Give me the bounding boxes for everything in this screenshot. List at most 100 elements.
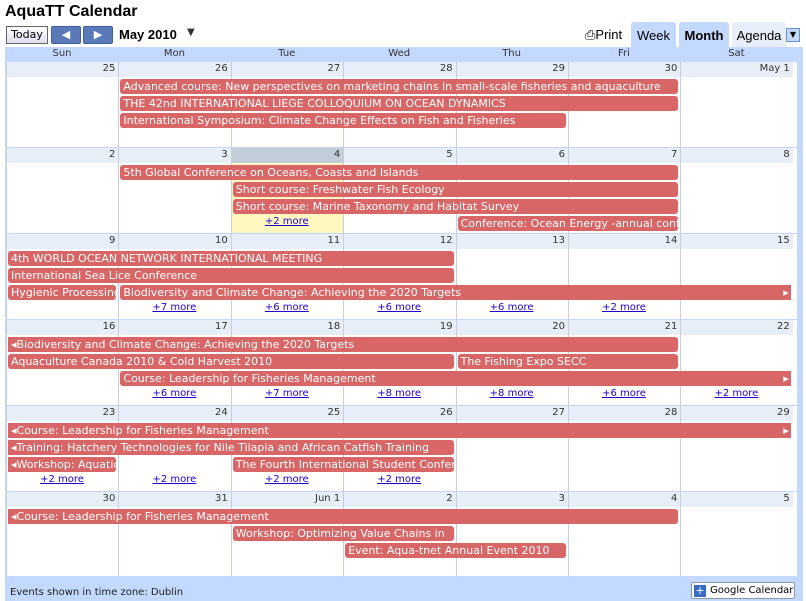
more-events-link[interactable]: +2 more <box>118 474 230 485</box>
event-chip[interactable]: ◂Training: Hatchery Technologies for Nil… <box>8 440 454 455</box>
date-number[interactable]: 22 <box>777 321 790 332</box>
date-number[interactable]: 26 <box>440 407 453 418</box>
date-number[interactable]: 10 <box>215 235 228 246</box>
month-dropdown-icon[interactable]: ▼ <box>187 27 195 38</box>
day-cell[interactable]: 4 <box>568 492 681 577</box>
more-events-link[interactable]: +7 more <box>118 302 230 313</box>
event-chip[interactable]: Conference: Ocean Energy -annual confere… <box>457 216 679 231</box>
day-cell[interactable]: 30 <box>6 492 119 577</box>
event-chip[interactable]: The Fishing Expo SECC <box>457 354 679 369</box>
date-number[interactable]: 9 <box>109 235 115 246</box>
date-number[interactable]: 14 <box>665 235 678 246</box>
date-number[interactable]: 19 <box>440 321 453 332</box>
more-events-link[interactable]: +7 more <box>231 388 343 399</box>
event-chip[interactable]: 4th WORLD OCEAN NETWORK INTERNATIONAL ME… <box>8 251 454 266</box>
today-button[interactable]: Today <box>6 26 48 44</box>
day-cell[interactable]: 3 <box>118 148 231 233</box>
more-events-link[interactable]: +2 more <box>231 216 343 227</box>
date-number[interactable]: 2 <box>446 493 452 504</box>
more-events-link[interactable]: +2 more <box>680 388 792 399</box>
date-number[interactable]: 15 <box>777 235 790 246</box>
more-events-link[interactable]: +6 more <box>456 302 568 313</box>
event-chip[interactable]: Workshop: Optimizing Value Chains in <box>232 526 454 541</box>
date-number[interactable]: 5 <box>446 149 452 160</box>
agenda-dropdown-icon[interactable]: ▼ <box>786 28 800 42</box>
date-number[interactable]: 21 <box>665 321 678 332</box>
date-number[interactable]: 27 <box>327 63 340 74</box>
day-cell[interactable]: 2 <box>6 148 119 233</box>
date-number[interactable]: 24 <box>215 407 228 418</box>
print-link[interactable]: ⎙Print <box>585 27 622 43</box>
date-number[interactable]: 26 <box>215 63 228 74</box>
date-number[interactable]: 18 <box>327 321 340 332</box>
more-events-link[interactable]: +2 more <box>231 474 343 485</box>
date-number[interactable]: 20 <box>552 321 565 332</box>
tab-month[interactable]: Month <box>679 22 729 48</box>
event-chip[interactable]: International Sea Lice Conference <box>8 268 454 283</box>
tab-week[interactable]: Week <box>631 22 676 48</box>
date-number[interactable]: 7 <box>671 149 677 160</box>
day-cell[interactable]: 28 <box>568 406 681 491</box>
date-number[interactable]: 3 <box>559 493 565 504</box>
date-number[interactable]: May 1 <box>760 63 790 74</box>
date-number[interactable]: 23 <box>103 407 116 418</box>
more-events-link[interactable]: +8 more <box>456 388 568 399</box>
event-chip[interactable]: ◂Course: Leadership for Fisheries Manage… <box>8 509 679 524</box>
tab-agenda[interactable]: Agenda <box>732 22 786 48</box>
prev-month-button[interactable]: ◀ <box>51 26 81 44</box>
date-number[interactable]: 31 <box>215 493 228 504</box>
event-chip[interactable]: Event: Aqua-tnet Annual Event 2010 <box>345 543 566 558</box>
event-chip[interactable]: Biodiversity and Climate Change: Achievi… <box>120 285 791 300</box>
date-number[interactable]: 3 <box>221 149 227 160</box>
day-cell[interactable]: 8 <box>680 148 793 233</box>
google-calendar-badge[interactable]: + Google Calendar <box>691 582 795 599</box>
more-events-link[interactable]: +6 more <box>343 302 455 313</box>
more-events-link[interactable]: +6 more <box>231 302 343 313</box>
date-number[interactable]: 4 <box>334 149 340 160</box>
event-chip[interactable]: Course: Leadership for Fisheries Managem… <box>120 371 791 386</box>
date-number[interactable]: 8 <box>783 149 789 160</box>
date-number[interactable]: 30 <box>103 493 116 504</box>
event-chip[interactable]: Short course: Marine Taxonomy and Habita… <box>232 199 679 214</box>
event-chip[interactable]: The Fourth International Student Confere… <box>232 457 454 472</box>
next-month-button[interactable]: ▶ <box>83 26 113 44</box>
day-cell[interactable]: 5 <box>680 492 793 577</box>
day-cell[interactable]: May 1 <box>680 62 793 147</box>
event-chip[interactable]: Advanced course: New perspectives on mar… <box>120 79 679 94</box>
more-events-link[interactable]: +8 more <box>343 388 455 399</box>
date-number[interactable]: 25 <box>103 63 116 74</box>
event-chip[interactable]: ◂Workshop: Aquatic <box>8 457 117 472</box>
day-cell[interactable]: 3 <box>455 492 568 577</box>
more-events-link[interactable]: +2 more <box>568 302 680 313</box>
date-number[interactable]: 29 <box>777 407 790 418</box>
day-cell[interactable]: 27 <box>455 406 568 491</box>
date-number[interactable]: 17 <box>215 321 228 332</box>
date-number[interactable]: 2 <box>109 149 115 160</box>
more-events-link[interactable]: +2 more <box>6 474 118 485</box>
date-number[interactable]: 13 <box>552 235 565 246</box>
date-number[interactable]: 25 <box>327 407 340 418</box>
event-chip[interactable]: 5th Global Conference on Oceans, Coasts … <box>120 165 679 180</box>
day-cell[interactable]: 25 <box>6 62 119 147</box>
date-number[interactable]: 6 <box>559 149 565 160</box>
date-number[interactable]: 29 <box>552 63 565 74</box>
more-events-link[interactable]: +6 more <box>118 388 230 399</box>
event-chip[interactable]: ◂Biodiversity and Climate Change: Achiev… <box>8 337 679 352</box>
date-number[interactable]: 11 <box>327 235 340 246</box>
date-number[interactable]: 28 <box>665 407 678 418</box>
event-chip[interactable]: THE 42nd INTERNATIONAL LIEGE COLLOQUIUM … <box>120 96 679 111</box>
date-number[interactable]: 4 <box>671 493 677 504</box>
date-number[interactable]: 12 <box>440 235 453 246</box>
more-events-link[interactable]: +6 more <box>568 388 680 399</box>
more-events-link[interactable]: +2 more <box>343 474 455 485</box>
date-number[interactable]: 28 <box>440 63 453 74</box>
date-number[interactable]: Jun 1 <box>315 493 340 504</box>
date-number[interactable]: 27 <box>552 407 565 418</box>
date-number[interactable]: 5 <box>783 493 789 504</box>
event-chip[interactable]: Hygienic Processing <box>8 285 117 300</box>
event-chip[interactable]: Aquaculture Canada 2010 & Cold Harvest 2… <box>8 354 454 369</box>
date-number[interactable]: 16 <box>103 321 116 332</box>
day-cell[interactable]: 15 <box>680 234 793 319</box>
event-chip[interactable]: ◂Course: Leadership for Fisheries Manage… <box>8 423 791 438</box>
event-chip[interactable]: Short course: Freshwater Fish Ecology <box>232 182 679 197</box>
